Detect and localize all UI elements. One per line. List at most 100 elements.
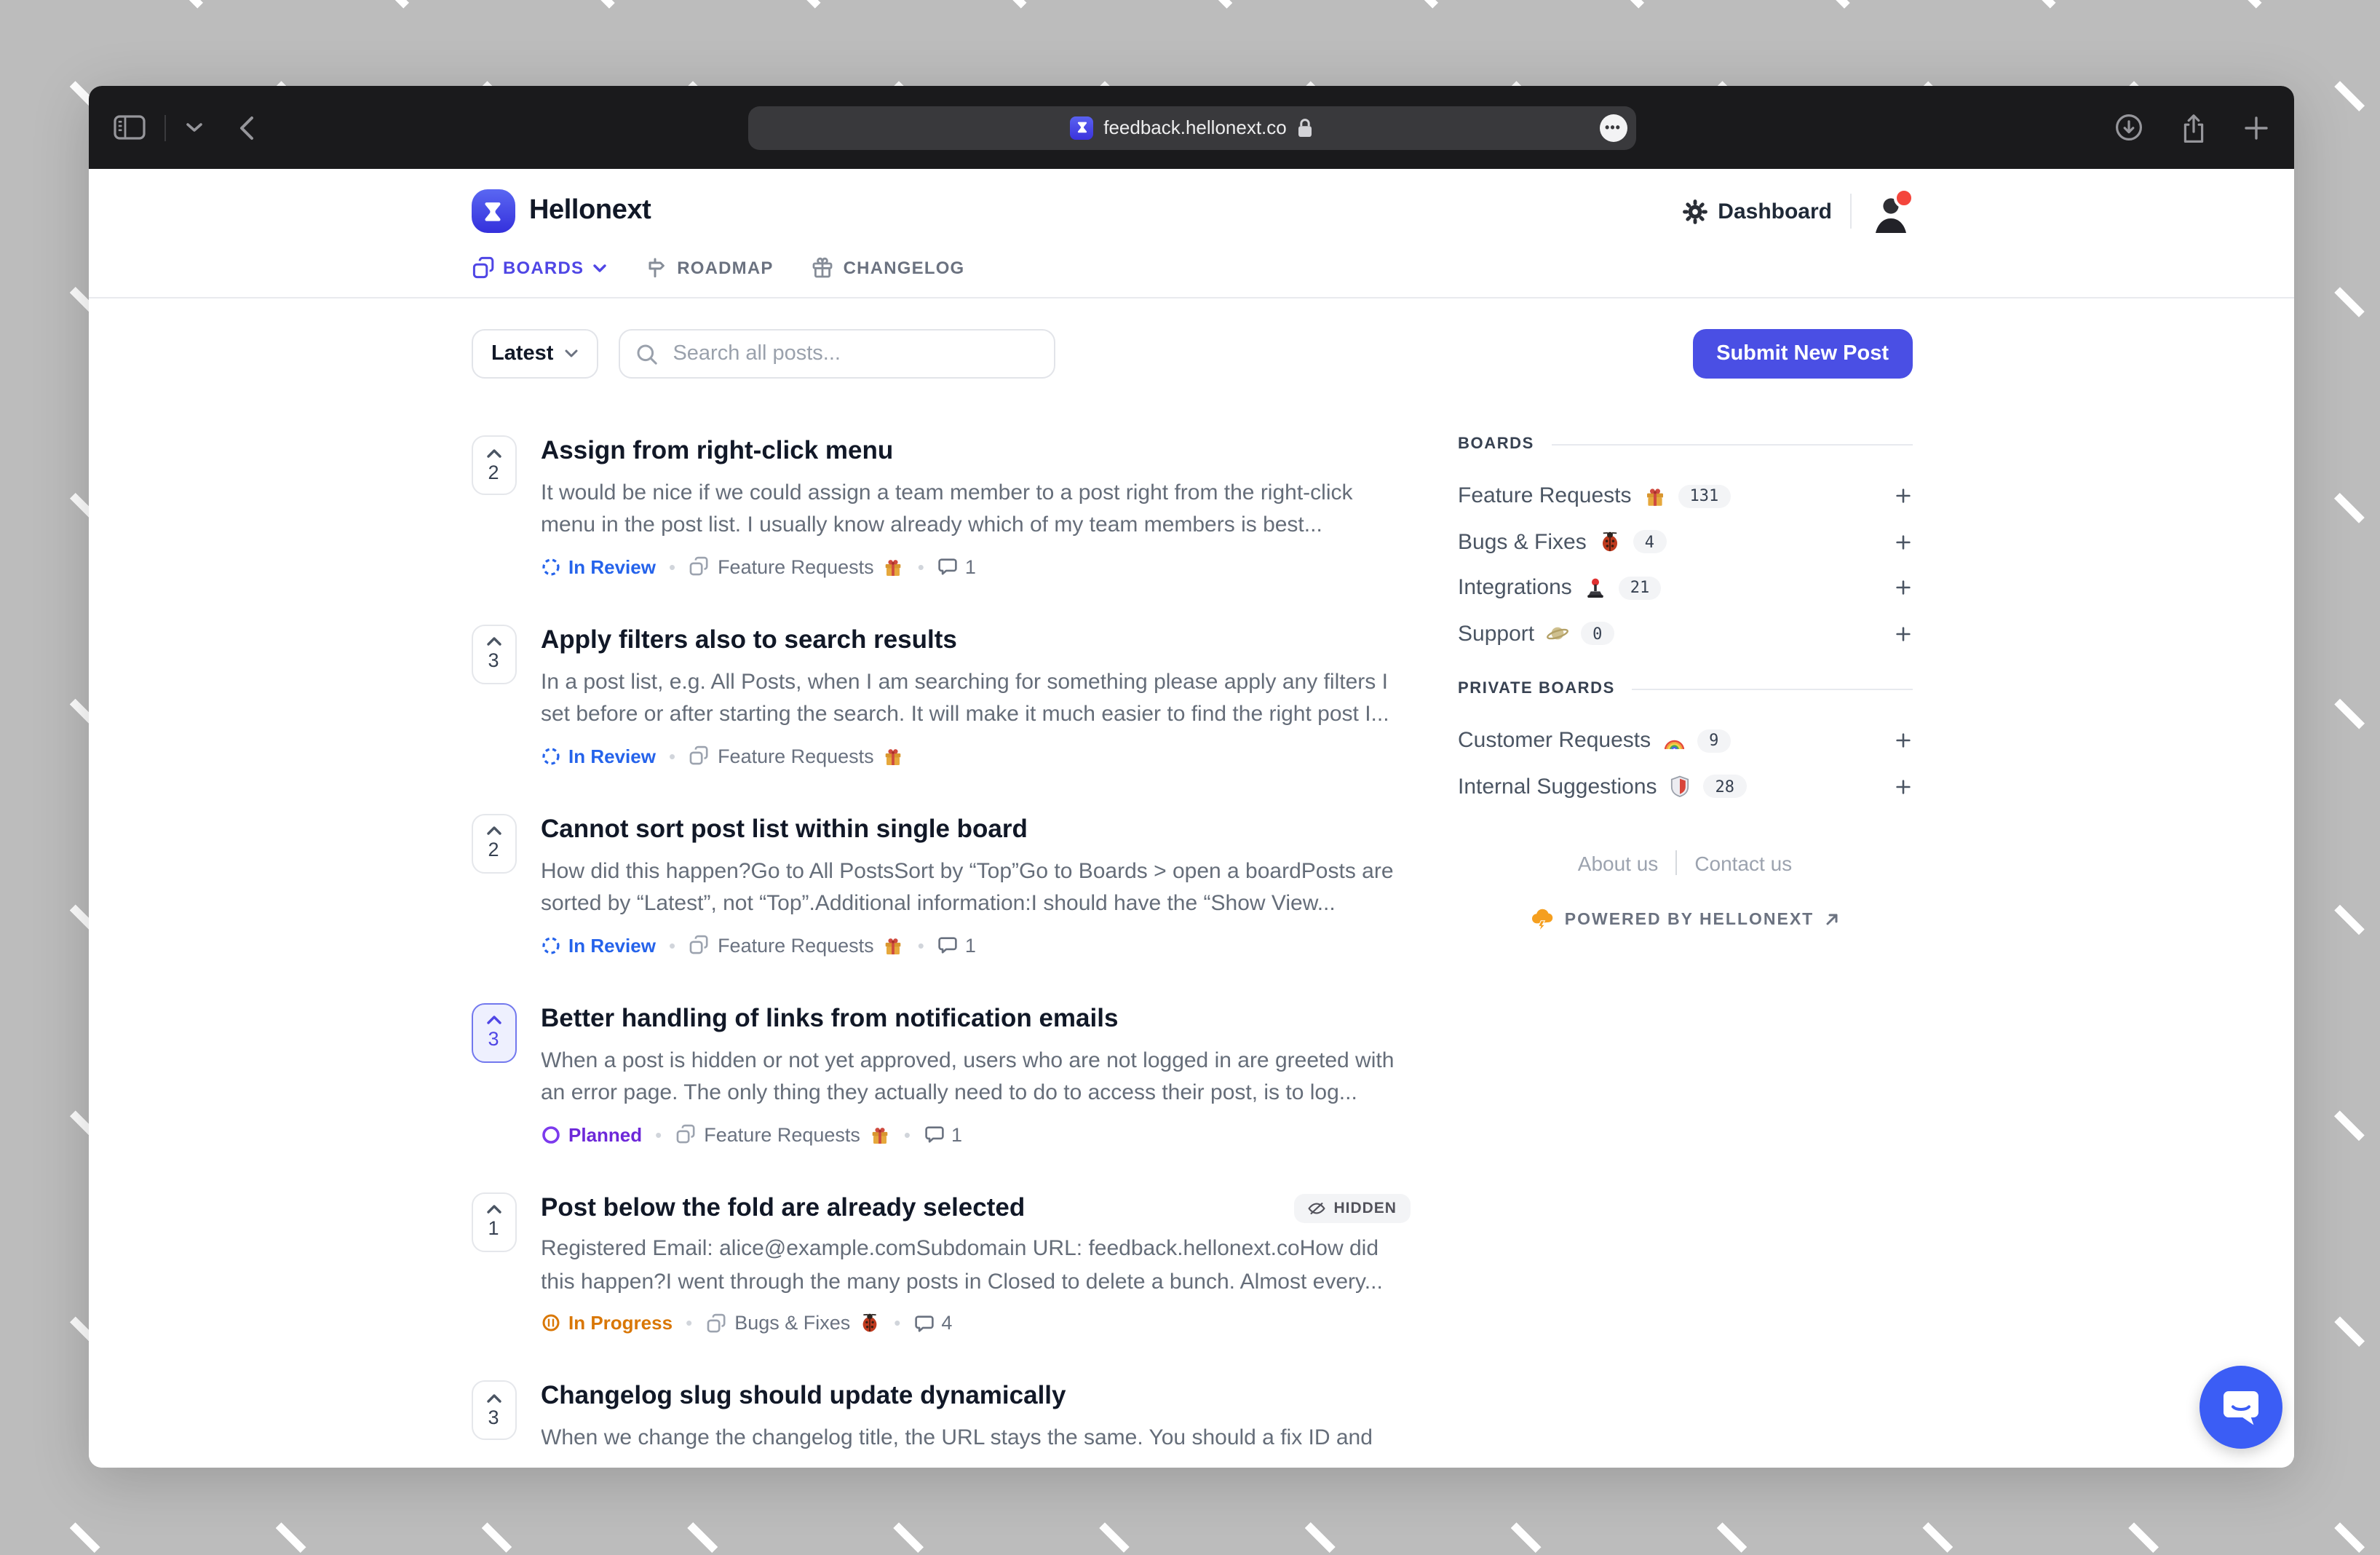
post-meta: Planned • Feature Requests • 1 (541, 1123, 1410, 1145)
add-post-icon[interactable] (1893, 487, 1912, 506)
comment-icon (938, 937, 957, 954)
url-bar[interactable]: feedback.hellonext.co ••• (747, 106, 1635, 149)
upvote-button[interactable]: 2 (471, 813, 516, 874)
sort-label: Latest (491, 342, 554, 365)
board-count: 9 (1697, 729, 1731, 753)
shield-emoji-icon (1671, 776, 1689, 798)
comment-count: 1 (937, 934, 976, 956)
dot-separator: • (917, 934, 924, 957)
search-input[interactable] (670, 341, 1039, 367)
add-post-icon[interactable] (1893, 778, 1912, 796)
downloads-icon[interactable] (2114, 112, 2144, 143)
post-row[interactable]: 3 Changelog slug should update dynamical… (471, 1380, 1410, 1468)
post-excerpt: How did this happen?Go to All PostsSort … (541, 858, 1394, 917)
post-row[interactable]: 3 Better handling of links from notifica… (471, 1002, 1410, 1145)
dashboard-label: Dashboard (1718, 199, 1832, 223)
brand[interactable]: Hellonext (471, 189, 651, 233)
share-icon[interactable] (2179, 111, 2208, 143)
dashboard-link[interactable]: Dashboard (1683, 199, 1832, 223)
board-name: Bugs & Fixes (734, 1312, 851, 1334)
board-icon (689, 935, 708, 954)
sidebar-item-customer-requests[interactable]: Customer Requests 9 (1458, 718, 1912, 764)
post-row[interactable]: 3 Apply filters also to search results I… (471, 624, 1410, 767)
tab-roadmap[interactable]: ROADMAP (645, 256, 773, 280)
board-name: Customer Requests (1458, 728, 1651, 753)
add-post-icon[interactable] (1893, 533, 1912, 552)
dot-separator: • (655, 1123, 662, 1145)
page-header: Hellonext Dashboard (471, 169, 1913, 236)
post-title[interactable]: Cannot sort post list within single boar… (541, 814, 1410, 846)
chevron-down-icon[interactable] (185, 121, 204, 134)
sidebar-item-support[interactable]: Support 0 (1458, 611, 1912, 657)
board-name: Support (1458, 621, 1535, 646)
board-count: 0 (1581, 622, 1614, 646)
sidebar-item-integrations[interactable]: Integrations 21 (1458, 565, 1912, 611)
upvote-button[interactable]: 1 (471, 1192, 516, 1251)
back-icon[interactable] (237, 114, 255, 141)
post-row[interactable]: 2 Cannot sort post list within single bo… (471, 813, 1410, 957)
upvote-button-selected[interactable]: 3 (471, 1002, 516, 1063)
board-name: Feature Requests (718, 934, 874, 957)
sidebar-item-bugs-fixes[interactable]: Bugs & Fixes 4 (1458, 519, 1912, 565)
sidebar-item-internal-suggestions[interactable]: Internal Suggestions 28 (1458, 764, 1912, 810)
board-name: Feature Requests (718, 555, 874, 578)
post-excerpt: It would be nice if we could assign a te… (541, 480, 1353, 538)
add-post-icon[interactable] (1893, 732, 1912, 751)
chat-launcher-button[interactable] (2199, 1366, 2282, 1449)
post-meta: In Progress • Bugs & Fixes • 4 (541, 1313, 1410, 1334)
chevron-down-icon (593, 264, 606, 272)
dot-separator: • (668, 555, 676, 578)
post-row[interactable]: 1 Post below the fold are already select… (471, 1192, 1410, 1334)
board-name: Feature Requests (704, 1123, 860, 1145)
board-chip: Feature Requests (689, 745, 905, 767)
chevron-up-icon (486, 1016, 501, 1024)
sidebar-toggle-icon[interactable] (114, 115, 146, 140)
gift-emoji-icon (886, 748, 901, 765)
chevron-up-icon (486, 638, 501, 646)
tab-boards[interactable]: BOARDS (471, 256, 607, 280)
post-excerpt: When we change the changelog title, the … (541, 1425, 1373, 1451)
add-post-icon[interactable] (1893, 625, 1912, 644)
board-icon (706, 1313, 725, 1333)
upvote-button[interactable]: 2 (471, 435, 516, 495)
extensions-icon[interactable]: ••• (1599, 114, 1627, 141)
search-box[interactable] (619, 329, 1056, 379)
titlebar-left-controls (114, 114, 255, 141)
board-icon (689, 746, 708, 765)
header-right: Dashboard (1683, 188, 1913, 233)
in-review-icon (542, 936, 559, 954)
tab-changelog[interactable]: CHANGELOG (812, 256, 965, 280)
boards-icon (472, 256, 493, 279)
about-us-link[interactable]: About us (1560, 851, 1676, 874)
post-meta: In Review • Feature Requests (541, 745, 1410, 767)
sidebar-item-feature-requests[interactable]: Feature Requests 131 (1458, 473, 1912, 519)
post-row[interactable]: 2 Assign from right-click menu It would … (471, 435, 1410, 578)
post-excerpt: Registered Email: alice@example.comSubdo… (541, 1236, 1383, 1294)
post-title[interactable]: Better handling of links from notificati… (541, 1002, 1410, 1034)
board-chip: Feature Requests (675, 1123, 891, 1145)
hellonext-logo-icon (471, 189, 515, 233)
powered-by-label: POWERED BY HELLONEXT (1564, 911, 1814, 928)
post-title[interactable]: Changelog slug should update dynamically (541, 1381, 1410, 1413)
comment-count: 1 (937, 556, 976, 578)
powered-by-link[interactable]: POWERED BY HELLONEXT (1458, 907, 1912, 932)
post-title[interactable]: Apply filters also to search results (541, 625, 1410, 657)
upvote-button[interactable]: 3 (471, 1380, 516, 1441)
upvote-button[interactable]: 3 (471, 624, 516, 684)
eye-off-icon (1308, 1202, 1326, 1214)
vote-count: 3 (488, 649, 499, 672)
contact-us-link[interactable]: Contact us (1677, 851, 1809, 874)
post-title[interactable]: Assign from right-click menu (541, 435, 1410, 467)
user-avatar[interactable] (1868, 188, 1913, 233)
vote-count: 1 (488, 1217, 499, 1239)
post-title[interactable]: Post below the fold are already selected (541, 1192, 1025, 1224)
hellonext-favicon-icon (1070, 116, 1094, 139)
in-progress-icon (542, 1315, 559, 1332)
vote-count: 3 (488, 1406, 499, 1428)
add-post-icon[interactable] (1893, 579, 1912, 598)
board-count: 28 (1703, 775, 1747, 799)
sort-dropdown[interactable]: Latest (471, 329, 599, 379)
submit-new-post-button[interactable]: Submit New Post (1693, 329, 1912, 379)
new-tab-icon[interactable] (2243, 114, 2269, 141)
titlebar-divider (164, 114, 166, 141)
